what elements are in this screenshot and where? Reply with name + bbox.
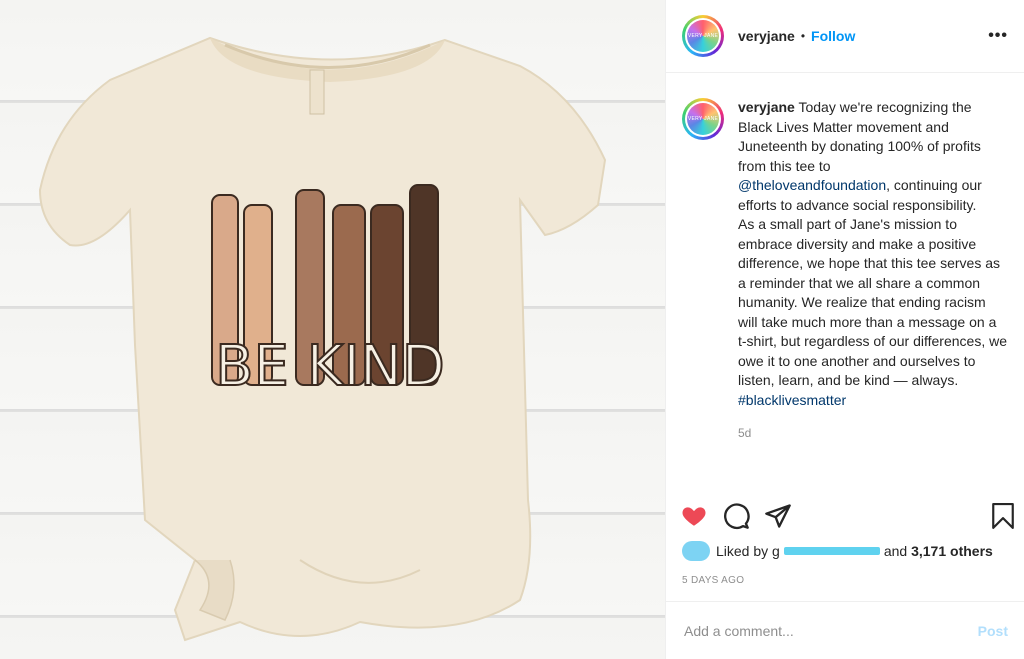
caption-avatar[interactable]: VERY JANE — [682, 98, 724, 140]
caption-line: , continuing — [886, 177, 958, 193]
avatar[interactable]: VERY JANE — [682, 15, 724, 57]
username-link[interactable]: veryjane — [738, 28, 795, 44]
tshirt-illustration: BE KIND — [38, 36, 607, 642]
post-panel: VERY JANE veryjane • Follow ••• VERY JAN… — [665, 0, 1024, 659]
caption-timestamp[interactable]: 5d — [738, 424, 1008, 444]
caption-username[interactable]: veryjane — [738, 99, 795, 115]
liker-avatar[interactable] — [682, 541, 710, 561]
follow-button[interactable]: Follow — [811, 28, 855, 44]
post-button[interactable]: Post — [978, 623, 1008, 639]
post-image[interactable]: BE KIND — [0, 0, 665, 659]
comment-box: Post — [666, 601, 1024, 659]
avatar-logo: VERY JANE — [687, 20, 719, 52]
redacted-name — [783, 547, 880, 555]
post-header: VERY JANE veryjane • Follow ••• — [666, 0, 1024, 73]
caption-line: Black Lives Matter movement and — [738, 118, 949, 135]
caption-p2: As a small part of Jane's mission to — [738, 216, 957, 232]
liked-and: and — [883, 543, 908, 559]
comment-input[interactable] — [682, 621, 978, 640]
bookmark-icon[interactable] — [990, 501, 1016, 531]
share-icon[interactable] — [764, 502, 792, 530]
mention-link[interactable]: @theloveandfoundation — [738, 177, 886, 193]
shirt-text: BE KIND — [215, 334, 445, 399]
liked-by-label: Liked by — [716, 543, 769, 559]
caption-p2: it to one another and ourselves to — [767, 352, 976, 369]
caption-line: Juneteenth by donating 100% of — [738, 138, 939, 154]
separator-dot: • — [800, 29, 806, 43]
likes-count[interactable]: 3,171 others — [911, 543, 993, 559]
hashtag-link[interactable]: #blacklivesmatter — [738, 392, 846, 408]
liker-name[interactable]: g — [772, 543, 780, 559]
caption-p2: listen, learn, and be kind — always. — [738, 372, 959, 388]
heart-icon[interactable] — [680, 503, 708, 529]
caption-line: Today we're recognizing the — [798, 99, 972, 115]
post-date[interactable]: 5 DAYS AGO — [682, 575, 744, 586]
caption-line: responsibility. — [892, 196, 977, 213]
caption-avatar-logo: VERY JANE — [687, 103, 719, 135]
caption: VERY JANE veryjane Today we're recognizi… — [682, 98, 1012, 444]
caption-p2: embrace diversity and make a positive — [738, 235, 977, 252]
action-bar — [680, 500, 1016, 532]
caption-p2: difference, we hope that this tee — [738, 255, 937, 271]
likes-summary: Liked by g and 3,171 others — [682, 541, 993, 561]
comment-icon[interactable] — [722, 502, 750, 530]
more-icon[interactable]: ••• — [988, 27, 1008, 45]
